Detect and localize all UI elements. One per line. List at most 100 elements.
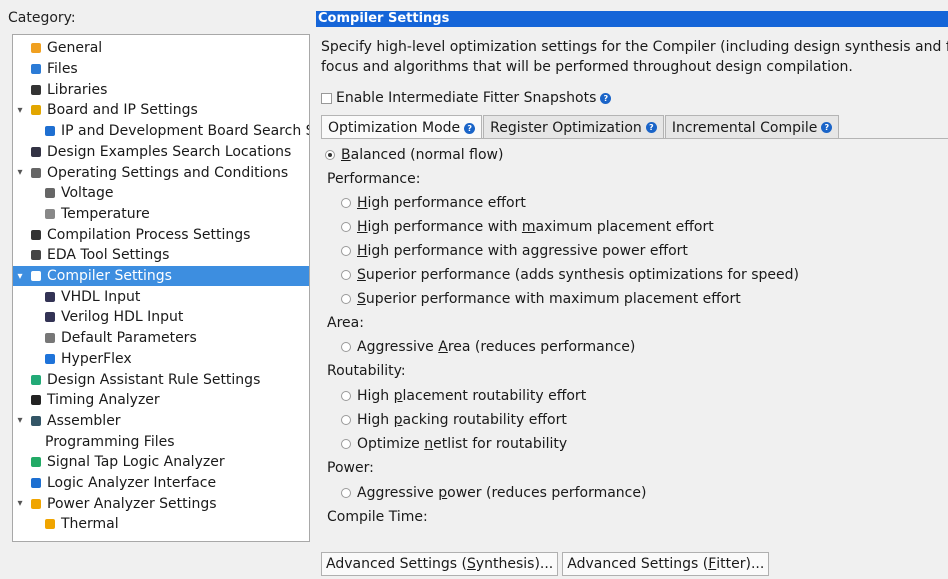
tree-item[interactable]: Default Parameters	[13, 328, 309, 349]
expand-arrow-icon[interactable]: ▾	[15, 498, 25, 509]
radio-aggressive-area[interactable]: Aggressive Area (reduces performance)	[341, 339, 635, 355]
ip-board-icon	[43, 124, 57, 138]
radio-button[interactable]	[341, 488, 351, 498]
tree-item[interactable]: Design Examples Search Locations	[13, 142, 309, 163]
tree-item-label: Power Analyzer Settings	[47, 495, 217, 512]
tree-item[interactable]: Timing Analyzer	[13, 390, 309, 411]
mnemonic: B	[341, 147, 351, 163]
tree-item[interactable]: HyperFlex	[13, 349, 309, 370]
tree-item[interactable]: Design Assistant Rule Settings	[13, 369, 309, 390]
radio-high-packing-routability[interactable]: High packing routability effort	[341, 412, 567, 428]
mnemonic: m	[521, 219, 536, 235]
radio-label: Superior performance with maximum placem…	[357, 291, 741, 307]
radio-label: High placement routability effort	[357, 388, 586, 404]
tree-item[interactable]: Thermal	[13, 514, 309, 535]
tab-incremental-compile[interactable]: Incremental Compile?	[664, 115, 840, 139]
assembler-icon	[29, 414, 43, 428]
snapshot-checkbox[interactable]	[321, 92, 332, 104]
mnemonic: H	[357, 219, 368, 235]
radio-button[interactable]	[341, 439, 351, 449]
tree-item[interactable]: ▾ Operating Settings and Conditions	[13, 162, 309, 183]
tree-item[interactable]: ▾ Power Analyzer Settings	[13, 493, 309, 514]
help-icon[interactable]: ?	[645, 122, 657, 133]
tree-item[interactable]: EDA Tool Settings	[13, 245, 309, 266]
tree-item[interactable]: Libraries	[13, 79, 309, 100]
category-label: Category:	[8, 10, 76, 26]
tree-item[interactable]: Files	[13, 59, 309, 80]
advanced-settings-fitter-button[interactable]: Advanced Settings (Fitter)...	[562, 552, 770, 576]
radio-button[interactable]	[341, 391, 351, 401]
description-line-1: Specify high-level optimization settings…	[321, 39, 948, 55]
radio-button[interactable]	[341, 198, 351, 208]
radio-balanced[interactable]: Balanced (normal flow)	[325, 147, 503, 163]
label-text: uperior performance with maximum placeme…	[365, 291, 741, 307]
tree-item[interactable]: Voltage	[13, 183, 309, 204]
tab-register-optimization[interactable]: Register Optimization?	[483, 115, 664, 139]
tree-item[interactable]: Signal Tap Logic Analyzer	[13, 452, 309, 473]
category-tree[interactable]: General Files Libraries ▾ Board and IP Setti…	[12, 34, 310, 542]
expand-arrow-icon[interactable]: ▾	[15, 415, 25, 426]
radio-superior-performance[interactable]: Superior performance (adds synthesis opt…	[341, 267, 799, 283]
tree-item[interactable]: General	[13, 38, 309, 59]
tree-item-content: HyperFlex	[43, 351, 132, 367]
tab-label: Optimization Mode	[328, 120, 461, 136]
radio-button[interactable]	[341, 222, 351, 232]
tree-item-content: Design Assistant Rule Settings	[29, 372, 260, 388]
tree-item[interactable]: IP and Development Board Search Se	[13, 121, 309, 142]
optimization-mode-panel: Balanced (normal flow) Performance: High…	[321, 138, 948, 545]
label-text: High	[357, 412, 394, 428]
vhdl-icon	[43, 290, 57, 304]
tree-item-label: Timing Analyzer	[47, 392, 160, 409]
label-text: Optimize	[357, 436, 425, 452]
tree-item[interactable]: VHDL Input	[13, 286, 309, 307]
tab-label: Incremental Compile	[671, 119, 818, 136]
tree-item-label: Assembler	[47, 412, 121, 429]
radio-button[interactable]	[325, 150, 335, 160]
label-text: Aggressive	[357, 485, 439, 501]
tree-item[interactable]: ▾ Board and IP Settings	[13, 100, 309, 121]
radio-button[interactable]	[341, 246, 351, 256]
tree-item-content: EDA Tool Settings	[29, 247, 169, 263]
help-icon[interactable]: ?	[464, 122, 476, 134]
tree-item[interactable]: ▾ Assembler	[13, 411, 309, 432]
tree-item-content: Power Analyzer Settings	[29, 496, 217, 512]
mnemonic: S	[466, 556, 476, 572]
mnemonic: p	[393, 388, 403, 404]
label-text: Aggressive	[357, 339, 439, 355]
radio-button[interactable]	[341, 294, 351, 304]
snapshot-checkbox-row[interactable]: Enable Intermediate Fitter Snapshots ?	[321, 90, 612, 106]
compiler-icon	[29, 269, 43, 283]
tree-item-label: Programming Files	[45, 433, 175, 450]
radio-optimize-netlist-routability[interactable]: Optimize netlist for routability	[341, 436, 567, 452]
radio-superior-performance-max-placement[interactable]: Superior performance with maximum placem…	[341, 291, 741, 307]
tab-label: Register Optimization	[490, 119, 642, 136]
help-icon[interactable]: ?	[821, 122, 833, 133]
radio-high-performance-max-placement[interactable]: High performance with maximum placement …	[341, 219, 714, 235]
tree-item-content: Verilog HDL Input	[43, 309, 183, 325]
label-text: uperior performance (adds synthesis opti…	[365, 267, 800, 283]
radio-aggressive-power[interactable]: Aggressive power (reduces performance)	[341, 485, 646, 501]
help-icon[interactable]: ?	[600, 92, 612, 104]
tree-item[interactable]: Compilation Process Settings	[13, 224, 309, 245]
radio-label: High performance effort	[357, 195, 526, 211]
expand-arrow-icon[interactable]: ▾	[15, 105, 25, 116]
tree-item[interactable]: ▾ Compiler Settings	[13, 265, 309, 287]
tree-item[interactable]: Verilog HDL Input	[13, 307, 309, 328]
radio-button[interactable]	[341, 342, 351, 352]
tab-optimization-mode[interactable]: Optimization Mode?	[321, 115, 483, 140]
radio-button[interactable]	[341, 415, 351, 425]
tree-item-content: General	[29, 40, 102, 56]
signal-tap-icon	[29, 455, 43, 469]
expand-arrow-icon[interactable]: ▾	[15, 167, 25, 178]
radio-high-performance-effort[interactable]: High performance effort	[341, 195, 526, 211]
temperature-icon	[43, 207, 57, 221]
advanced-settings-synthesis-button[interactable]: Advanced Settings (Synthesis)...	[321, 552, 559, 576]
radio-high-performance-aggressive-power[interactable]: High performance with aggressive power e…	[341, 243, 688, 259]
radio-button[interactable]	[341, 270, 351, 280]
tree-item[interactable]: Logic Analyzer Interface	[13, 473, 309, 494]
tree-item[interactable]: Temperature	[13, 204, 309, 225]
design-examples-icon	[29, 145, 43, 159]
expand-arrow-icon[interactable]: ▾	[15, 271, 25, 282]
tree-item[interactable]: Programming Files	[13, 431, 309, 452]
radio-high-placement-routability[interactable]: High placement routability effort	[341, 388, 586, 404]
